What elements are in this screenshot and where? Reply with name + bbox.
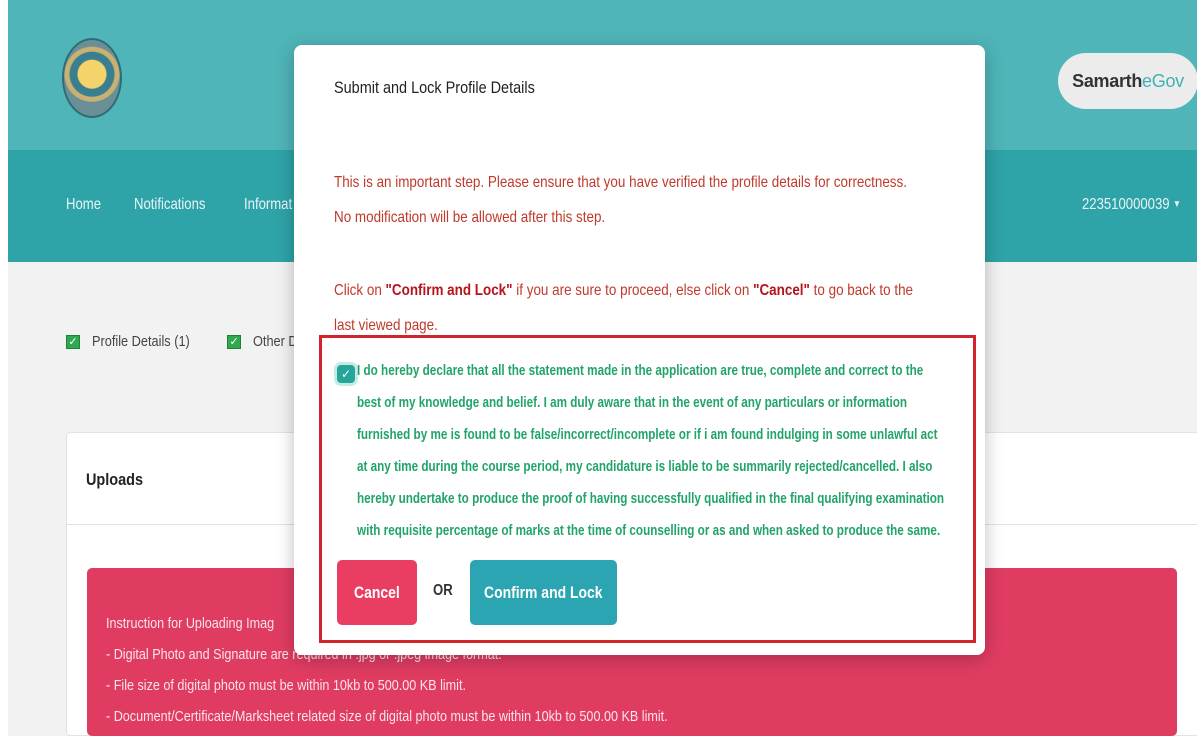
- page-edge: [0, 0, 8, 736]
- brand-badge[interactable]: Samarth eGov: [1058, 53, 1198, 109]
- brand-secondary: eGov: [1142, 70, 1184, 91]
- modal-instruction: Click on "Confirm and Lock" if you are s…: [334, 273, 964, 343]
- instruction-line: - Document/Certificate/Marksheet related…: [106, 708, 668, 725]
- warning-line: No modification will be allowed after th…: [334, 209, 606, 226]
- declaration-line: furnished by me is found to be false/inc…: [357, 426, 938, 443]
- step-profile-details[interactable]: Profile Details (1): [92, 333, 190, 350]
- declaration-text: I do hereby declare that all the stateme…: [357, 355, 997, 547]
- declaration-line: hereby undertake to produce the proof of…: [357, 490, 945, 507]
- warning-line: This is an important step. Please ensure…: [334, 174, 907, 191]
- cancel-button[interactable]: Cancel: [337, 560, 417, 625]
- university-logo: [62, 38, 122, 118]
- brand-primary: Samarth: [1072, 70, 1143, 91]
- instruction-line-1: Click on "Confirm and Lock" if you are s…: [334, 273, 913, 308]
- declaration-line: with requisite percentage of marks at th…: [357, 522, 941, 539]
- nav-item-information[interactable]: Informat: [244, 196, 292, 214]
- declaration-box: ✓ I do hereby declare that all the state…: [319, 335, 976, 643]
- confirm-button-label: Confirm and Lock: [484, 582, 603, 602]
- user-menu[interactable]: 223510000039 ▼: [1082, 196, 1181, 214]
- confirm-and-lock-button[interactable]: Confirm and Lock: [470, 560, 617, 625]
- nav-item-notifications[interactable]: Notifications: [134, 196, 205, 214]
- instruction-confirm-text: "Confirm and Lock": [385, 282, 513, 299]
- declaration-line: at any time during the course period, my…: [357, 458, 933, 475]
- instruction-line: - File size of digital photo must be wit…: [106, 677, 466, 694]
- checkbox-checked-icon: ✓: [66, 334, 80, 349]
- declaration-line: I do hereby declare that all the stateme…: [357, 362, 924, 379]
- submit-lock-modal: Submit and Lock Profile Details This is …: [294, 45, 985, 655]
- page-edge: [1197, 0, 1203, 736]
- instruction-text: Click on: [334, 282, 386, 299]
- or-separator: OR: [433, 582, 453, 599]
- uploads-title: Uploads: [86, 470, 144, 489]
- modal-title: Submit and Lock Profile Details: [334, 78, 535, 97]
- instruction-line: Instruction for Uploading Imag: [106, 615, 275, 632]
- instruction-text: to go back to the: [809, 282, 914, 299]
- cancel-button-label: Cancel: [354, 582, 400, 602]
- declaration-checkbox[interactable]: ✓: [337, 365, 355, 383]
- modal-warning: This is an important step. Please ensure…: [334, 165, 964, 235]
- progress-steps: ✓ Profile Details (1) ✓ Other Det: [66, 333, 318, 350]
- checkbox-checked-icon: ✓: [227, 334, 242, 349]
- nav-item-home[interactable]: Home: [66, 196, 101, 214]
- instruction-text: if you are sure to proceed, else click o…: [512, 282, 754, 299]
- declaration-line: best of my knowledge and belief. I am du…: [357, 394, 908, 411]
- user-id: 223510000039: [1082, 196, 1170, 213]
- caret-down-icon: ▼: [1172, 199, 1181, 211]
- instruction-cancel-text: "Cancel": [753, 282, 810, 299]
